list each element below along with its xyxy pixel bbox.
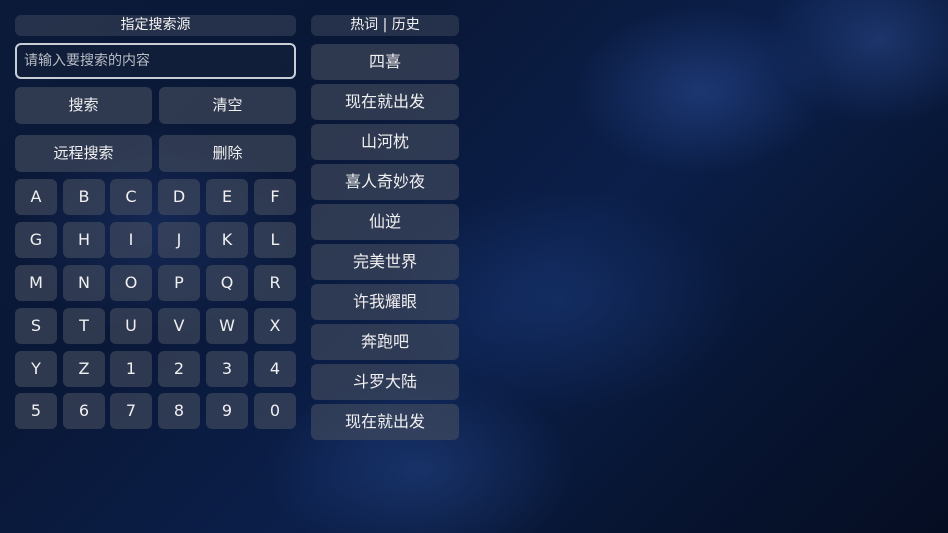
key-j[interactable]: J <box>158 222 200 258</box>
hot-word-item[interactable]: 四喜 <box>311 44 459 80</box>
key-9[interactable]: 9 <box>206 393 248 429</box>
key-v[interactable]: V <box>158 308 200 344</box>
search-button[interactable]: 搜索 <box>15 87 152 124</box>
hot-word-item[interactable]: 仙逆 <box>311 204 459 240</box>
key-7[interactable]: 7 <box>110 393 152 429</box>
key-3[interactable]: 3 <box>206 351 248 387</box>
remote-search-button[interactable]: 远程搜索 <box>15 135 152 172</box>
key-d[interactable]: D <box>158 179 200 215</box>
key-r[interactable]: R <box>254 265 296 301</box>
delete-button[interactable]: 删除 <box>159 135 296 172</box>
key-t[interactable]: T <box>63 308 105 344</box>
key-0[interactable]: 0 <box>254 393 296 429</box>
clear-button[interactable]: 清空 <box>159 87 296 124</box>
key-s[interactable]: S <box>15 308 57 344</box>
search-source-title[interactable]: 指定搜索源 <box>15 15 296 36</box>
key-a[interactable]: A <box>15 179 57 215</box>
key-c[interactable]: C <box>110 179 152 215</box>
key-w[interactable]: W <box>206 308 248 344</box>
key-8[interactable]: 8 <box>158 393 200 429</box>
key-l[interactable]: L <box>254 222 296 258</box>
hot-word-item[interactable]: 现在就出发 <box>311 84 459 120</box>
key-4[interactable]: 4 <box>254 351 296 387</box>
key-2[interactable]: 2 <box>158 351 200 387</box>
key-u[interactable]: U <box>110 308 152 344</box>
hot-word-item[interactable]: 山河枕 <box>311 124 459 160</box>
key-5[interactable]: 5 <box>15 393 57 429</box>
hot-word-item[interactable]: 完美世界 <box>311 244 459 280</box>
key-6[interactable]: 6 <box>63 393 105 429</box>
key-m[interactable]: M <box>15 265 57 301</box>
hot-word-item[interactable]: 奔跑吧 <box>311 324 459 360</box>
search-input[interactable] <box>15 43 296 79</box>
key-g[interactable]: G <box>15 222 57 258</box>
key-o[interactable]: O <box>110 265 152 301</box>
key-k[interactable]: K <box>206 222 248 258</box>
key-x[interactable]: X <box>254 308 296 344</box>
key-q[interactable]: Q <box>206 265 248 301</box>
hot-word-item[interactable]: 喜人奇妙夜 <box>311 164 459 200</box>
key-h[interactable]: H <box>63 222 105 258</box>
key-e[interactable]: E <box>206 179 248 215</box>
hot-history-title[interactable]: 热词 | 历史 <box>311 15 459 36</box>
key-p[interactable]: P <box>158 265 200 301</box>
key-z[interactable]: Z <box>63 351 105 387</box>
key-1[interactable]: 1 <box>110 351 152 387</box>
key-f[interactable]: F <box>254 179 296 215</box>
key-b[interactable]: B <box>63 179 105 215</box>
hot-word-item[interactable]: 斗罗大陆 <box>311 364 459 400</box>
key-i[interactable]: I <box>110 222 152 258</box>
hot-word-item[interactable]: 现在就出发 <box>311 404 459 440</box>
key-y[interactable]: Y <box>15 351 57 387</box>
key-n[interactable]: N <box>63 265 105 301</box>
hot-word-item[interactable]: 许我耀眼 <box>311 284 459 320</box>
